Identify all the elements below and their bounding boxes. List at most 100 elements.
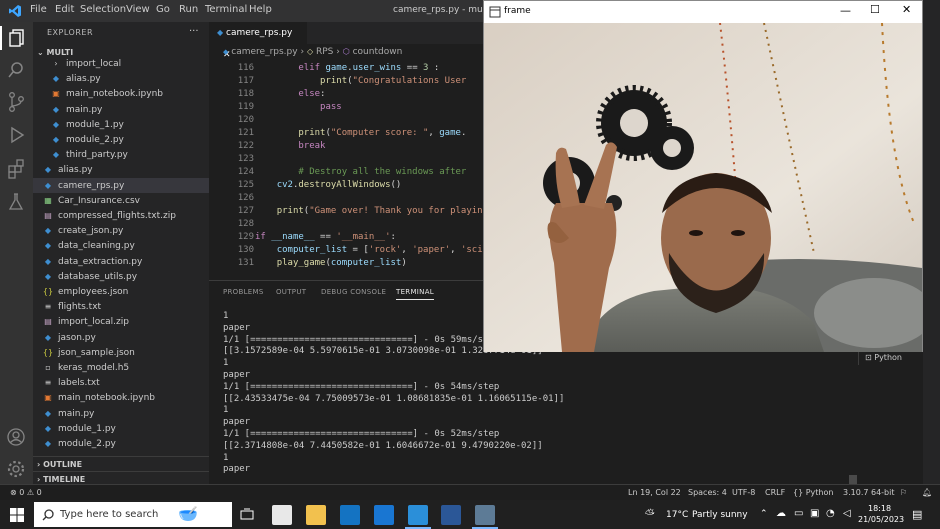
file-item[interactable]: ▫ keras_model.h5 xyxy=(33,360,209,375)
manage-activity[interactable] xyxy=(4,457,28,481)
file-item[interactable]: ◆ data_extraction.py xyxy=(33,254,209,269)
tab-debug-console[interactable]: DEBUG CONSOLE xyxy=(321,288,386,296)
camera-frame-window[interactable]: frame — ☐ ✕ xyxy=(483,0,923,352)
notification-center-icon[interactable]: ▤ xyxy=(912,508,922,521)
file-item[interactable]: ◆ module_2.py xyxy=(33,436,209,451)
extensions-activity[interactable] xyxy=(4,157,28,181)
menu-terminal[interactable]: Terminal xyxy=(205,4,247,15)
file-item[interactable]: ◆ module_1.py xyxy=(33,421,209,436)
file-icon[interactable] xyxy=(272,505,292,525)
mail-icon[interactable] xyxy=(374,505,394,525)
file-item-label: third_party.py xyxy=(66,150,128,161)
accounts-activity[interactable] xyxy=(4,425,28,449)
file-item[interactable]: ▤ import_local.zip xyxy=(33,314,209,329)
feedback-icon[interactable]: ⚐ xyxy=(900,488,907,497)
explorer-activity[interactable] xyxy=(0,26,33,50)
menu-help[interactable]: Help xyxy=(249,4,272,15)
outline-section[interactable]: › OUTLINE xyxy=(33,456,209,471)
task-view-icon[interactable] xyxy=(240,508,254,522)
menu-view[interactable]: View xyxy=(126,4,150,15)
file-item[interactable]: ◆ alias.py xyxy=(33,162,209,177)
tab-problems[interactable]: PROBLEMS xyxy=(223,288,264,296)
file-item[interactable]: {} employees.json xyxy=(33,284,209,299)
battery-icon[interactable]: ▭ xyxy=(794,508,803,519)
more-actions-icon[interactable]: ··· xyxy=(189,26,199,37)
weather-icon[interactable]: ⛅︎ xyxy=(645,507,655,522)
language-mode[interactable]: {} Python xyxy=(793,488,833,497)
interpreter-version[interactable]: 3.10.7 64-bit xyxy=(843,488,895,497)
chevron-right-icon: › xyxy=(300,47,305,57)
file-icon: ▫ xyxy=(45,363,51,372)
store-icon[interactable] xyxy=(340,505,360,525)
wifi-icon[interactable]: ◔ xyxy=(826,508,835,519)
close-icon[interactable]: ✕ xyxy=(902,3,911,16)
file-item-label: data_cleaning.py xyxy=(58,241,135,252)
file-item[interactable]: › import_local xyxy=(33,56,209,71)
file-item[interactable]: ◆ main.py xyxy=(33,406,209,421)
file-item[interactable]: ◆ alias.py xyxy=(33,71,209,86)
maximize-icon[interactable]: ☐ xyxy=(870,3,880,16)
terminal-line: 1 xyxy=(223,405,229,416)
python-app-icon[interactable] xyxy=(475,505,495,525)
clock-time[interactable]: 18:18 xyxy=(868,504,891,513)
menu-run[interactable]: Run xyxy=(179,4,198,15)
code-editor[interactable]: 116 117 118 119 120 121 122 123 124 125 126 127 128 1… xyxy=(209,60,483,278)
file-item[interactable]: ▦ Car_Insurance.csv xyxy=(33,193,209,208)
code-line: elif game.user_wins == 3 : xyxy=(298,63,440,73)
cursor-position[interactable]: Ln 19, Col 22 xyxy=(628,488,681,497)
code-line: pass xyxy=(320,102,342,112)
chevron-up-icon[interactable]: ⌃ xyxy=(760,509,768,519)
display-icon[interactable]: ▣ xyxy=(810,508,819,519)
weather-temperature[interactable]: 17°C xyxy=(666,510,688,520)
tab-output[interactable]: OUTPUT xyxy=(276,288,306,296)
tab-terminal[interactable]: TERMINAL xyxy=(396,288,434,300)
taskbar-search-box[interactable]: Type here to search 🥣 xyxy=(34,502,232,527)
file-item[interactable]: ◆ third_party.py xyxy=(33,147,209,162)
weather-condition[interactable]: Partly sunny xyxy=(692,510,748,520)
menu-edit[interactable]: Edit xyxy=(55,4,74,15)
file-item[interactable]: ◆ data_cleaning.py xyxy=(33,238,209,253)
frame-title-bar[interactable]: frame — ☐ ✕ xyxy=(484,1,922,23)
encoding[interactable]: UTF-8 xyxy=(732,488,755,497)
notifications-icon[interactable]: 🔔︎ xyxy=(922,488,932,497)
line-ending[interactable]: CRLF xyxy=(765,488,785,497)
problems-indicator[interactable]: ⊗ 0 ⚠ 0 xyxy=(10,488,42,497)
file-item[interactable]: ◆ camere_rps.py xyxy=(33,177,209,193)
code-line: print("Computer score: ", game. xyxy=(298,128,467,138)
breadcrumb-class[interactable]: RPS xyxy=(316,47,333,57)
vscode-taskbar-icon[interactable] xyxy=(408,505,428,525)
windows-start-icon[interactable] xyxy=(10,508,24,522)
vscode-logo-icon[interactable] xyxy=(8,4,22,18)
file-item[interactable]: ◆ module_1.py xyxy=(33,117,209,132)
word-icon[interactable] xyxy=(441,505,461,525)
file-item[interactable]: ◆ main.py xyxy=(33,102,209,117)
file-item[interactable]: ▣ main_notebook.ipynb xyxy=(33,86,209,101)
menu-go[interactable]: Go xyxy=(156,4,170,15)
file-item[interactable]: ▤ compressed_flights.txt.zip xyxy=(33,208,209,223)
testing-activity[interactable] xyxy=(4,190,28,214)
source-control-activity[interactable] xyxy=(4,90,28,114)
python-icon: ◆ xyxy=(44,271,52,281)
menu-selection[interactable]: Selection xyxy=(80,4,126,15)
volume-icon[interactable]: ◁ xyxy=(843,508,851,519)
breadcrumb-file[interactable]: camere_rps.py xyxy=(231,47,297,57)
file-item[interactable]: ≡ labels.txt xyxy=(33,375,209,390)
indentation[interactable]: Spaces: 4 xyxy=(688,488,727,497)
file-item[interactable]: ≡ flights.txt xyxy=(33,299,209,314)
file-item[interactable]: ◆ jason.py xyxy=(33,330,209,345)
file-item[interactable]: ◆ database_utils.py xyxy=(33,269,209,284)
file-item[interactable]: ▣ main_notebook.ipynb xyxy=(33,390,209,405)
clock-date[interactable]: 21/05/2023 xyxy=(858,515,904,524)
file-item[interactable]: ◆ module_2.py xyxy=(33,132,209,147)
file-item[interactable]: {} json_sample.json xyxy=(33,345,209,360)
frame-title: frame xyxy=(504,6,531,16)
menu-file[interactable]: File xyxy=(30,4,47,15)
network-icon[interactable]: ☁︎ xyxy=(776,508,786,519)
tab-camere-rps[interactable]: ◆ camere_rps.py ✕ xyxy=(209,22,307,60)
file-item[interactable]: ◆ create_json.py xyxy=(33,223,209,238)
file-explorer-icon[interactable] xyxy=(306,505,326,525)
breadcrumb-method[interactable]: countdown xyxy=(353,47,403,57)
search-activity[interactable] xyxy=(4,58,28,82)
minimize-icon[interactable]: — xyxy=(840,4,851,17)
run-debug-activity[interactable] xyxy=(4,123,28,147)
